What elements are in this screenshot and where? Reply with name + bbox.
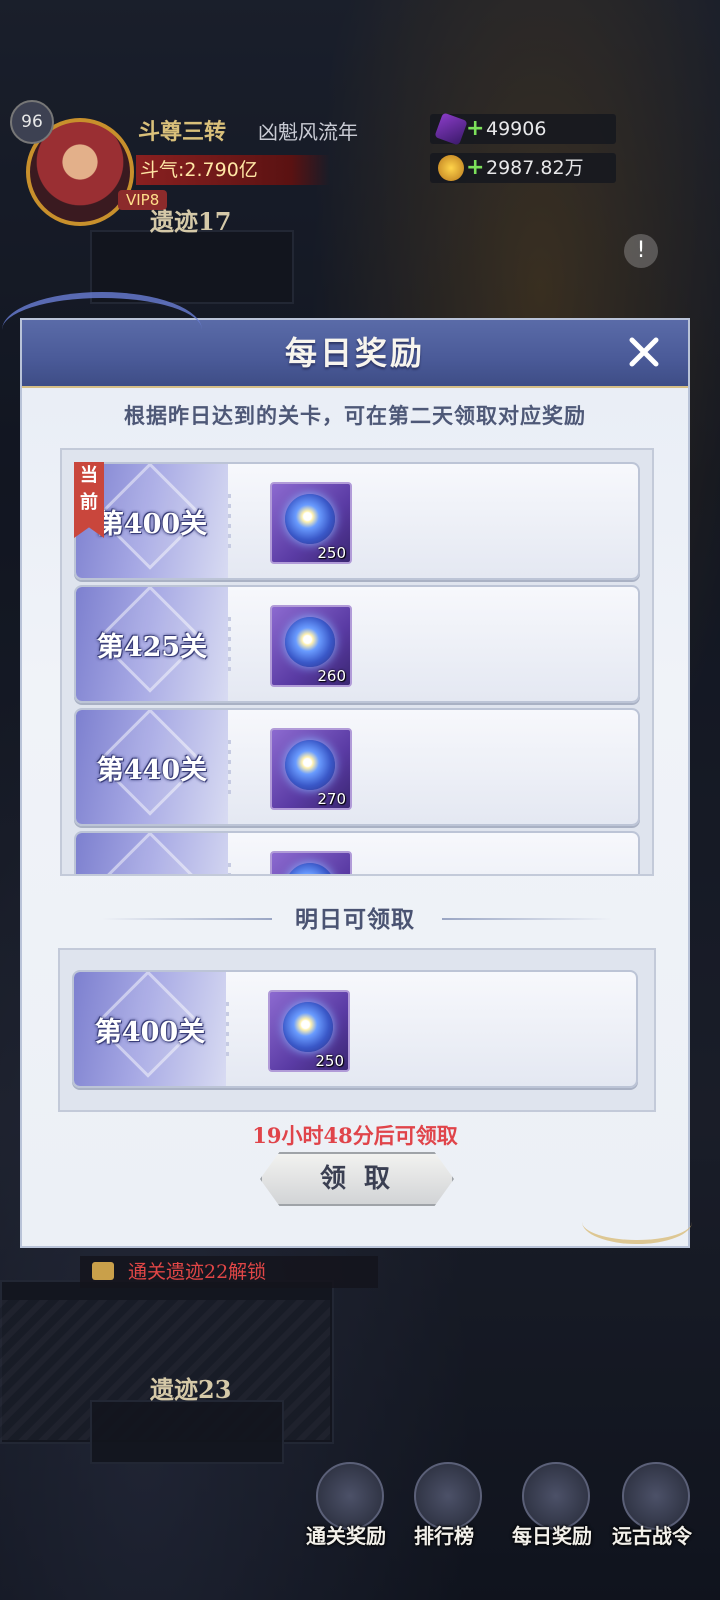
player-title: 凶魁风流年	[258, 120, 358, 144]
nav-leaderboard[interactable]: 排行榜	[394, 1462, 494, 1550]
current-tag-char: 当	[80, 465, 98, 486]
nav-label: 每日奖励	[512, 1524, 592, 1548]
star-orb-icon	[285, 863, 335, 874]
gem-count: 49906	[486, 118, 547, 140]
item-count: 270	[317, 790, 346, 808]
combat-power: 斗气:2.790亿	[136, 155, 330, 185]
gold-coin-icon	[438, 155, 464, 181]
player-level-badge: 96	[10, 100, 54, 144]
close-icon	[629, 337, 659, 367]
nav-battle-pass[interactable]: 远古战令	[602, 1462, 702, 1550]
unlock-banner: 通关遗迹22解锁	[80, 1256, 378, 1288]
reward-row	[74, 831, 640, 874]
star-orb-icon	[285, 494, 335, 544]
claim-countdown: 19小时48分后可领取	[252, 1123, 458, 1148]
nav-clear-reward[interactable]: 通关奖励	[296, 1462, 396, 1550]
dialog-title: 每日奖励	[284, 334, 425, 372]
dialog-header: 每日奖励	[2, 292, 688, 388]
nav-label: 远古战令	[612, 1524, 692, 1548]
claim-label: 领取	[319, 1164, 408, 1194]
bottom-nav: 通关奖励 排行榜 每日奖励 远古战令	[296, 1462, 720, 1550]
reward-item[interactable]	[270, 851, 352, 874]
nav-label: 排行榜	[414, 1524, 474, 1548]
claim-button[interactable]: 领取	[260, 1152, 454, 1206]
stage-name: 第400关	[94, 1017, 206, 1048]
unlock-text: 通关遗迹22解锁	[128, 1261, 267, 1283]
dotted-divider	[228, 863, 231, 874]
player-name: 斗尊三转	[138, 119, 227, 145]
reward-item[interactable]: 260	[270, 605, 352, 687]
gold-count: 2987.82万	[486, 157, 584, 179]
dialog-subtitle: 根据昨日达到的关卡，可在第二天领取对应奖励	[124, 403, 586, 428]
plus-icon[interactable]: +	[466, 153, 484, 183]
tomorrow-header: 明日可领取	[295, 906, 415, 933]
dotted-divider	[228, 494, 231, 548]
tomorrow-reward-frame: 第400关 250	[58, 948, 656, 1112]
reward-item[interactable]: 270	[270, 728, 352, 810]
item-count: 260	[317, 667, 346, 685]
stage-name: 第440关	[96, 755, 208, 786]
gem-resource[interactable]: + 49906	[430, 112, 616, 146]
reward-row: 第400关 当 前 250	[74, 462, 640, 580]
star-orb-icon	[285, 740, 335, 790]
item-count: 250	[317, 544, 346, 562]
stage-label-bottom: 遗迹23	[150, 1375, 232, 1404]
plus-icon[interactable]: +	[466, 114, 484, 144]
current-tag-char: 前	[80, 492, 98, 513]
stage-label-top: 遗迹17	[150, 207, 232, 236]
reward-list[interactable]: 第400关 当 前 250 第425关 260 第440关 270	[60, 448, 654, 876]
dotted-divider	[226, 1002, 229, 1056]
nav-daily-reward[interactable]: 每日奖励	[502, 1462, 602, 1550]
star-orb-icon	[285, 617, 335, 667]
lock-icon	[92, 1262, 114, 1280]
item-count: 250	[315, 1052, 344, 1070]
stage-cell: 第440关	[76, 710, 228, 824]
diamond-decoration	[96, 833, 204, 874]
stage-name: 第425关	[96, 632, 208, 663]
alert-bubble[interactable]: !	[624, 234, 658, 268]
star-orb-icon	[283, 1002, 333, 1052]
dotted-divider	[228, 617, 231, 671]
gold-swoosh-decoration	[582, 1200, 692, 1244]
gem-icon	[434, 112, 468, 146]
stage-cell: 第400关	[74, 972, 226, 1086]
reward-row: 第440关 270	[74, 708, 640, 826]
reward-row: 第400关 250	[72, 970, 638, 1088]
dotted-divider	[228, 740, 231, 794]
reward-item[interactable]: 250	[268, 990, 350, 1072]
section-divider: 明日可领取	[22, 898, 688, 938]
daily-reward-dialog: 每日奖励 根据昨日达到的关卡，可在第二天领取对应奖励 第400关 当 前 250	[2, 292, 692, 1248]
current-tag: 当 前	[74, 462, 104, 538]
nav-label: 通关奖励	[306, 1524, 386, 1548]
reward-row: 第425关 260	[74, 585, 640, 703]
stage-cell: 第425关	[76, 587, 228, 701]
reward-item[interactable]: 250	[270, 482, 352, 564]
stage-cell	[76, 833, 228, 874]
close-button[interactable]	[622, 330, 666, 374]
gold-resource[interactable]: + 2987.82万	[430, 153, 616, 183]
